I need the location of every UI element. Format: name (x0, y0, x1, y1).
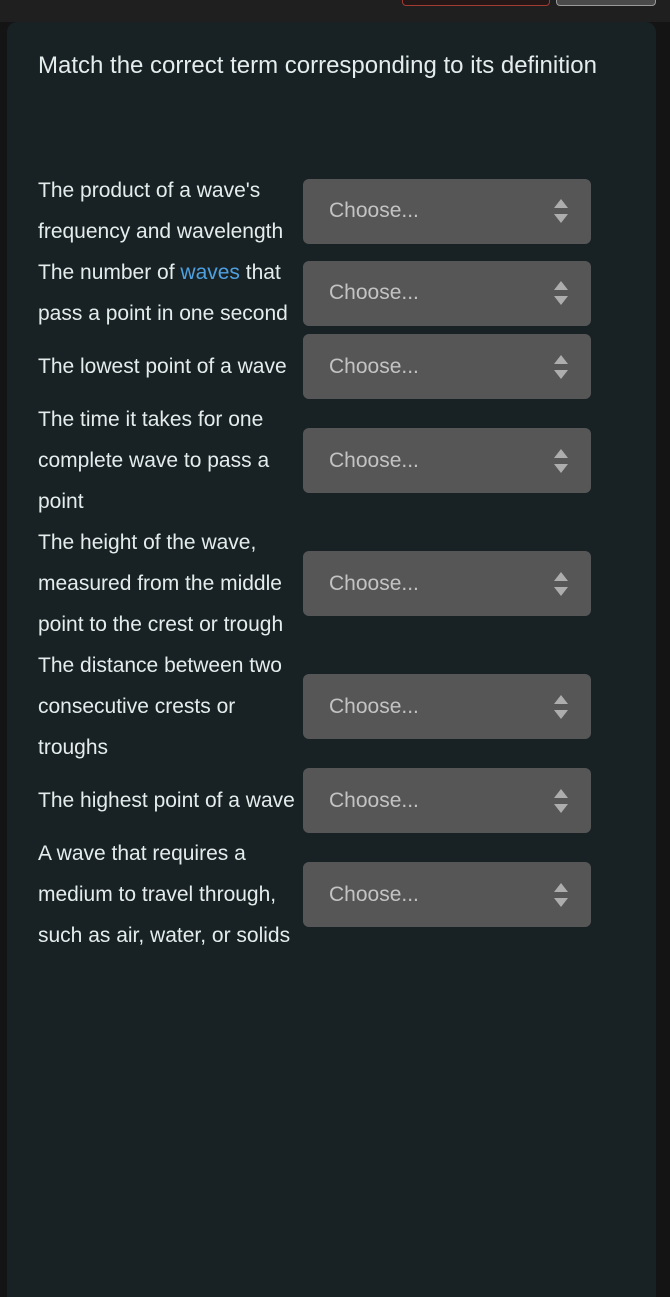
answer-select-value: Choose... (329, 281, 419, 304)
chevron-down-icon (554, 214, 568, 223)
chevron-up-icon (554, 571, 568, 581)
answer-select[interactable]: Choose... (303, 551, 591, 616)
chevron-down-icon (554, 897, 568, 907)
danger-button[interactable] (402, 0, 550, 6)
chevron-down-icon (554, 369, 568, 379)
select-updown-arrows-icon (554, 199, 568, 223)
definition-text-part: The number of (38, 261, 181, 284)
answer-select[interactable]: Choose... (303, 428, 591, 493)
chevron-down-icon (554, 463, 568, 473)
answer-select-wrapper: Choose... (303, 428, 591, 493)
definition-text-part: The product of a wave's frequency and wa… (38, 179, 284, 243)
definition-text-part: The distance between two consecutive cre… (38, 654, 282, 759)
definition-text: A wave that requires a medium to travel … (7, 833, 303, 956)
answer-select-wrapper: Choose... (303, 178, 591, 244)
neutral-button[interactable] (556, 0, 656, 6)
answer-select[interactable]: Choose... (303, 334, 591, 399)
match-row: A wave that requires a medium to travel … (7, 833, 656, 956)
answer-select[interactable]: Choose... (303, 178, 591, 244)
chevron-down-icon (554, 803, 568, 813)
chevron-up-icon (554, 199, 568, 208)
answer-select-value: Choose... (329, 354, 419, 378)
chevron-up-icon (554, 281, 568, 290)
definition-text: The time it takes for one complete wave … (7, 399, 303, 522)
definition-text: The lowest point of a wave (7, 346, 303, 387)
definition-text: The product of a wave's frequency and wa… (7, 170, 303, 252)
definition-text: The number of waves that pass a point in… (7, 252, 303, 334)
definition-text-part: The height of the wave, measured from th… (38, 531, 284, 636)
chevron-down-icon (554, 709, 568, 719)
chevron-up-icon (554, 694, 568, 704)
select-updown-arrows-icon (554, 788, 568, 813)
answer-select-value: Choose... (329, 571, 419, 595)
chevron-up-icon (554, 882, 568, 892)
answer-select[interactable]: Choose... (303, 862, 591, 927)
definition-text-part: The lowest point of a wave (38, 355, 287, 378)
match-list: The product of a wave's frequency and wa… (7, 170, 656, 956)
match-row: The product of a wave's frequency and wa… (7, 170, 656, 252)
match-row: The highest point of a wave Choose... (7, 768, 656, 833)
answer-select-wrapper: Choose... (303, 768, 591, 833)
match-row: The height of the wave, measured from th… (7, 522, 656, 645)
definition-text: The distance between two consecutive cre… (7, 645, 303, 768)
select-updown-arrows-icon (554, 281, 568, 305)
answer-select-wrapper: Choose... (303, 862, 591, 927)
answer-select-value: Choose... (329, 199, 419, 222)
match-row: The number of waves that pass a point in… (7, 252, 656, 334)
answer-select[interactable]: Choose... (303, 260, 591, 326)
definition-text-part: The highest point of a wave (38, 789, 295, 812)
chevron-up-icon (554, 354, 568, 364)
answer-select-wrapper: Choose... (303, 551, 591, 616)
question-card: Match the correct term corresponding to … (7, 22, 656, 1297)
answer-select-value: Choose... (329, 788, 419, 812)
match-row: The distance between two consecutive cre… (7, 645, 656, 768)
definition-text-part: The time it takes for one complete wave … (38, 408, 270, 513)
answer-select-value: Choose... (329, 882, 419, 906)
select-updown-arrows-icon (554, 448, 568, 473)
answer-select[interactable]: Choose... (303, 674, 591, 739)
definition-link[interactable]: waves (180, 261, 240, 284)
match-row: The time it takes for one complete wave … (7, 399, 656, 522)
answer-select-value: Choose... (329, 694, 419, 718)
chevron-up-icon (554, 788, 568, 798)
answer-select[interactable]: Choose... (303, 768, 591, 833)
select-updown-arrows-icon (554, 694, 568, 719)
select-updown-arrows-icon (554, 882, 568, 907)
answer-select-wrapper: Choose... (303, 674, 591, 739)
definition-text: The height of the wave, measured from th… (7, 522, 303, 645)
app-root: Match the correct term corresponding to … (0, 0, 670, 1297)
answer-select-wrapper: Choose... (303, 260, 591, 326)
page-title: Match the correct term corresponding to … (38, 52, 597, 79)
match-row: The lowest point of a wave Choose... (7, 334, 656, 399)
answer-select-value: Choose... (329, 448, 419, 472)
toolbar (0, 0, 670, 22)
answer-select-wrapper: Choose... (303, 334, 591, 399)
chevron-up-icon (554, 448, 568, 458)
definition-text: The highest point of a wave (7, 780, 303, 821)
select-updown-arrows-icon (554, 571, 568, 596)
definition-text-part: A wave that requires a medium to travel … (38, 842, 291, 947)
chevron-down-icon (554, 586, 568, 596)
select-updown-arrows-icon (554, 354, 568, 379)
chevron-down-icon (554, 296, 568, 305)
